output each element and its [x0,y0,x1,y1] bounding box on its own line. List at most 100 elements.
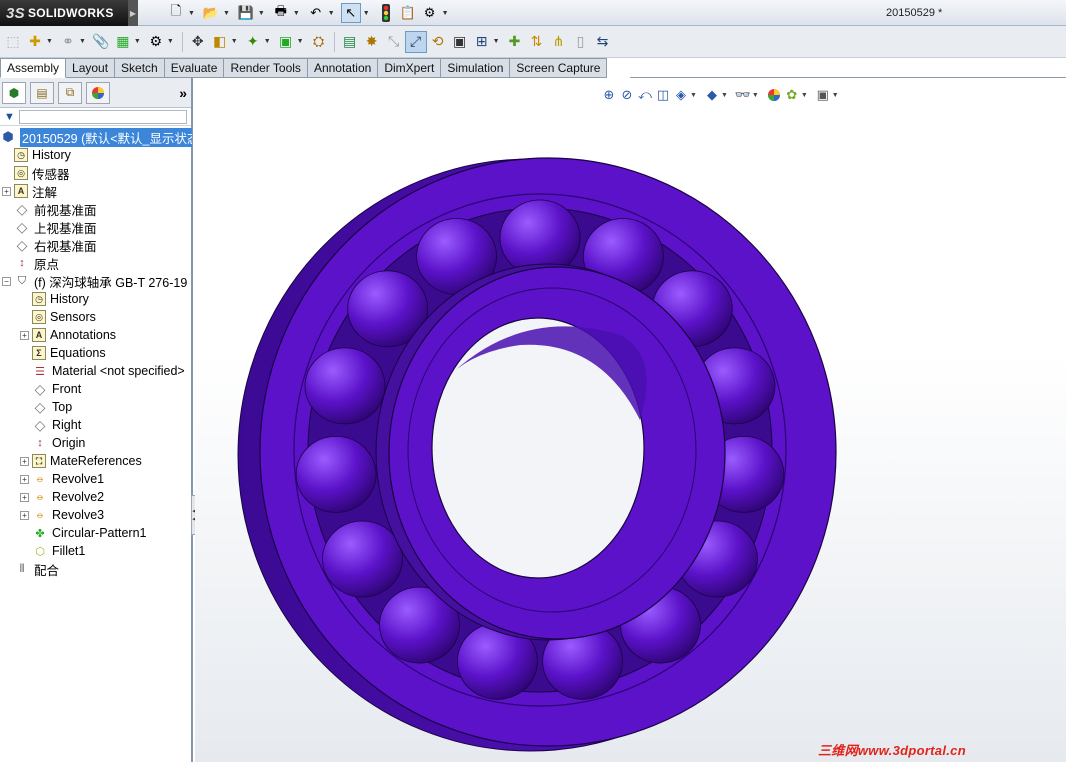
expand-toggle-icon[interactable]: + [20,456,29,466]
tab-annotation[interactable]: Annotation [307,58,379,78]
tree-filter-input[interactable] [18,109,187,124]
tree-item-label: 上视基准面 [34,221,97,236]
dropdown-arrow-icon[interactable]: ▼ [167,38,174,45]
dropdown-arrow-icon[interactable]: ▼ [363,10,370,17]
expand-toggle-icon[interactable]: + [20,510,29,520]
tree-item[interactable]: + ⦵ Revolve2 [20,488,104,506]
tree-item[interactable]: Σ Equations [20,344,106,362]
tree-item[interactable]: ◇ Top [20,398,73,416]
tree-item[interactable]: ◎ Sensors [20,308,96,326]
assembly-features-icon[interactable]: ✦ [242,31,264,53]
expand-toggle-icon[interactable]: − [2,276,11,286]
print-icon[interactable]: 🖶 [271,3,291,23]
property-manager-tab-icon[interactable]: ▤ [30,81,54,104]
display-manager-tab-icon[interactable] [86,81,110,104]
tree-item[interactable]: ↕ 原点 [2,254,59,272]
tab-render-tools[interactable]: Render Tools [224,58,308,78]
dropdown-arrow-icon[interactable]: ▼ [264,38,271,45]
explode-line-sketch-icon[interactable]: ⤡ [383,31,405,53]
dropdown-arrow-icon[interactable]: ▼ [258,10,265,17]
edit-component-icon[interactable]: ⬚ [2,31,24,53]
move-component-icon[interactable]: ✥ [187,31,209,53]
assembly-visualization-icon[interactable]: ⇆ [592,31,614,53]
dropdown-arrow-icon[interactable]: ▼ [188,10,195,17]
dropdown-arrow-icon[interactable]: ▼ [231,38,238,45]
undo-icon[interactable]: ↶ [306,3,326,23]
tab-sketch[interactable]: Sketch [115,58,165,78]
tab-screen-capture[interactable]: Screen Capture [510,58,608,78]
new-document-icon[interactable]: 🗋 [166,3,186,23]
tree-item[interactable]: ◷ History [2,146,71,164]
rebuild-traffic-light-icon[interactable] [376,3,396,23]
solidworks-logo[interactable]: 3S SOLIDWORKS [0,0,128,26]
dropdown-arrow-icon[interactable]: ▼ [46,38,53,45]
mate-icon[interactable]: ⚭ [57,31,79,53]
tree-item[interactable]: ↕ Origin [20,434,85,452]
dropdown-arrow-icon[interactable]: ▼ [493,38,500,45]
menu-expand-arrow-icon[interactable]: ▶ [128,0,138,26]
tree-item[interactable]: ◷ History [20,290,89,308]
tree-item[interactable]: ☰ Material <not specified> [20,362,185,380]
dropdown-arrow-icon[interactable]: ▼ [134,38,141,45]
tab-assembly[interactable]: Assembly [0,58,67,78]
dropdown-arrow-icon[interactable]: ▼ [223,10,230,17]
show-hidden-components-icon[interactable]: ◧ [209,31,231,53]
tree-item[interactable]: + ⛶ MateReferences [20,452,142,470]
bill-of-materials-icon[interactable]: ▤ [339,31,361,53]
tab-evaluate[interactable]: Evaluate [164,58,225,78]
tree-item[interactable]: ◇ Front [20,380,82,398]
tree-item[interactable]: − ⛉ (f) 深沟球轴承 GB-T 276-19 [2,272,187,290]
configuration-manager-tab-icon[interactable]: ⧉ [58,81,82,104]
feature-manager-tab-icon[interactable]: ⬢ [2,81,26,104]
options-icon[interactable]: ⚙ [420,3,440,23]
tree-item[interactable]: ✤ Circular-Pattern1 [20,524,146,542]
panel-expand-icon[interactable]: » [179,85,187,101]
take-snapshot-icon[interactable]: ▣ [449,31,471,53]
exploded-view-icon[interactable]: ✸ [361,31,383,53]
open-folder-icon[interactable]: 📂 [201,3,221,23]
hole-alignment-icon[interactable]: ⋔ [548,31,570,53]
measure-icon[interactable]: ▯ [570,31,592,53]
dropdown-arrow-icon[interactable]: ▼ [328,10,335,17]
tree-item[interactable]: ◇ 前视基准面 [2,200,97,218]
linear-component-pattern-icon[interactable]: ▦ [112,31,134,53]
bearing-model[interactable] [195,78,1066,762]
dropdown-arrow-icon[interactable]: ▼ [79,38,86,45]
tree-item[interactable]: + A 注解 [2,182,57,200]
tree-item[interactable]: + A Annotations [20,326,116,344]
tree-item[interactable]: ◇ 上视基准面 [2,218,97,236]
insert-components-icon[interactable]: ✚ [24,31,46,53]
instant3d-icon[interactable]: ⤢ [404,30,427,53]
expand-toggle-icon[interactable]: + [2,186,11,196]
tree-item[interactable]: ◇ 右视基准面 [2,236,97,254]
tab-dimxpert[interactable]: DimXpert [378,58,442,78]
expand-toggle-icon[interactable]: + [20,474,29,484]
tree-item[interactable]: ⬡ Fillet1 [20,542,85,560]
tree-item-label: (f) 深沟球轴承 GB-T 276-19 [34,275,188,290]
tree-item[interactable]: + ⦵ Revolve1 [20,470,104,488]
tab-simulation[interactable]: Simulation [441,58,511,78]
new-motion-study-icon[interactable]: ⛭ [308,31,330,53]
tab-layout[interactable]: Layout [66,58,116,78]
reference-geometry-icon[interactable]: ▣ [275,31,297,53]
clearance-verification-icon[interactable]: ⇅ [526,31,548,53]
paperclip-mate-icon[interactable]: 📎 [90,31,112,53]
update-speedpak-icon[interactable]: ⟲ [427,31,449,53]
tree-item[interactable]: ◇ Right [20,416,82,434]
large-assembly-mode-icon[interactable]: ⊞ [471,31,493,53]
expand-toggle-icon[interactable]: + [20,492,29,502]
file-properties-icon[interactable]: 📋 [398,3,418,23]
filter-icon[interactable]: ▼ [4,111,15,123]
select-cursor-icon[interactable]: ↖ [340,3,361,23]
interference-detection-icon[interactable]: ✚ [504,31,526,53]
tree-item[interactable]: ◎ 传感器 [2,164,70,182]
tree-item[interactable]: ⫴ 配合 [2,560,59,578]
tree-root-assembly[interactable]: ⬢ 20150529 (默认<默认_显示状态 [0,127,192,147]
save-icon[interactable]: 💾 [236,3,256,23]
smart-fasteners-icon[interactable]: ⚙ [145,31,167,53]
expand-toggle-icon[interactable]: + [20,330,29,340]
dropdown-arrow-icon[interactable]: ▼ [297,38,304,45]
dropdown-arrow-icon[interactable]: ▼ [293,10,300,17]
dropdown-arrow-icon[interactable]: ▼ [442,10,449,17]
tree-item[interactable]: + ⦵ Revolve3 [20,506,104,524]
